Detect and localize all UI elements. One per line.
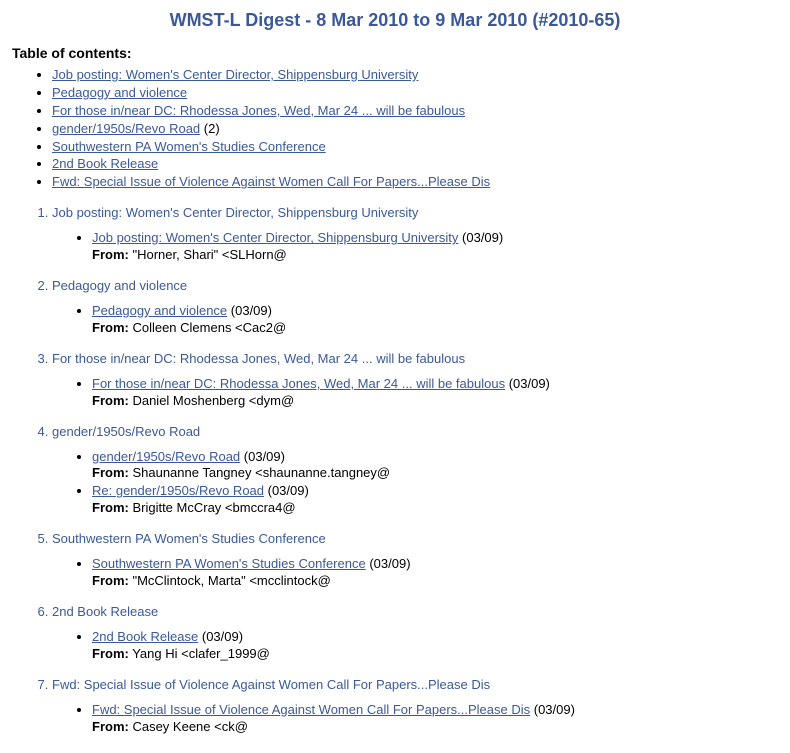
toc-link[interactable]: Job posting: Women's Center Director, Sh… (52, 67, 418, 82)
message-list: Job posting: Women's Center Director, Sh… (52, 230, 778, 264)
toc-link[interactable]: gender/1950s/Revo Road (52, 121, 200, 136)
message-list: Southwestern PA Women's Studies Conferen… (52, 556, 778, 590)
toc-item: 2nd Book Release (52, 156, 778, 173)
from-label: From: (92, 500, 129, 515)
from-label: From: (92, 247, 129, 262)
section-item: Job posting: Women's Center Director, Sh… (52, 205, 778, 264)
section-title: Southwestern PA Women's Studies Conferen… (52, 531, 326, 546)
section-title: gender/1950s/Revo Road (52, 424, 200, 439)
section-item: Fwd: Special Issue of Violence Against W… (52, 677, 778, 736)
message-date: (03/09) (366, 556, 411, 571)
section-item: For those in/near DC: Rhodessa Jones, We… (52, 351, 778, 410)
from-value: Daniel Moshenberg <dym@ (129, 393, 294, 408)
message-list: gender/1950s/Revo Road (03/09) From: Shau… (52, 449, 778, 518)
from-value: Shaunanne Tangney <shaunanne.tangney@ (129, 465, 390, 480)
message-list: Fwd: Special Issue of Violence Against W… (52, 702, 778, 736)
message-date: (03/09) (530, 702, 575, 717)
toc-link[interactable]: Pedagogy and violence (52, 85, 187, 100)
message-date: (03/09) (240, 449, 285, 464)
from-value: Colleen Clemens <Cac2@ (129, 320, 286, 335)
section-title: Fwd: Special Issue of Violence Against W… (52, 677, 490, 692)
section-item: 2nd Book Release2nd Book Release (03/09)… (52, 604, 778, 663)
sections-list: Job posting: Women's Center Director, Sh… (12, 205, 778, 735)
toc-item: Job posting: Women's Center Director, Sh… (52, 67, 778, 84)
section-title: Pedagogy and violence (52, 278, 187, 293)
message-item: Pedagogy and violence (03/09) From: Colle… (92, 303, 778, 337)
message-list: For those in/near DC: Rhodessa Jones, We… (52, 376, 778, 410)
toc-link[interactable]: Southwestern PA Women's Studies Conferen… (52, 139, 326, 154)
from-value: Casey Keene <ck@ (129, 719, 248, 734)
message-date: (03/09) (198, 629, 243, 644)
toc-item: Pedagogy and violence (52, 85, 778, 102)
section-title: Job posting: Women's Center Director, Sh… (52, 205, 418, 220)
toc-count: (2) (200, 121, 220, 136)
message-item: gender/1950s/Revo Road (03/09) From: Shau… (92, 449, 778, 483)
toc-list: Job posting: Women's Center Director, Sh… (12, 67, 778, 191)
from-label: From: (92, 573, 129, 588)
from-label: From: (92, 719, 129, 734)
toc-item: For those in/near DC: Rhodessa Jones, We… (52, 103, 778, 120)
message-list: Pedagogy and violence (03/09) From: Colle… (52, 303, 778, 337)
section-item: gender/1950s/Revo Roadgender/1950s/Revo … (52, 424, 778, 518)
message-item: Fwd: Special Issue of Violence Against W… (92, 702, 778, 736)
section-item: Southwestern PA Women's Studies Conferen… (52, 531, 778, 590)
section-title: 2nd Book Release (52, 604, 158, 619)
toc-link[interactable]: 2nd Book Release (52, 156, 158, 171)
message-item: Re: gender/1950s/Revo Road (03/09)From: … (92, 483, 778, 517)
from-label: From: (92, 465, 129, 480)
page-title: WMST-L Digest - 8 Mar 2010 to 9 Mar 2010… (12, 10, 778, 31)
section-item: Pedagogy and violencePedagogy and violen… (52, 278, 778, 337)
message-item: Job posting: Women's Center Director, Sh… (92, 230, 778, 264)
message-date: (03/09) (227, 303, 272, 318)
toc-item: Fwd: Special Issue of Violence Against W… (52, 174, 778, 191)
from-value: "McClintock, Marta" <mcclintock@ (129, 573, 331, 588)
message-link[interactable]: gender/1950s/Revo Road (92, 449, 240, 464)
message-date: (03/09) (264, 483, 309, 498)
message-link[interactable]: Fwd: Special Issue of Violence Against W… (92, 702, 530, 717)
from-value: Brigitte McCray <bmccra4@ (129, 500, 296, 515)
message-item: For those in/near DC: Rhodessa Jones, We… (92, 376, 778, 410)
message-date: (03/09) (505, 376, 550, 391)
from-value: "Horner, Shari" <SLHorn@ (129, 247, 287, 262)
message-link[interactable]: Re: gender/1950s/Revo Road (92, 483, 264, 498)
message-link[interactable]: Pedagogy and violence (92, 303, 227, 318)
message-list: 2nd Book Release (03/09) From: Yang Hi <c… (52, 629, 778, 663)
toc-item: gender/1950s/Revo Road (2) (52, 121, 778, 138)
message-link[interactable]: For those in/near DC: Rhodessa Jones, We… (92, 376, 505, 391)
toc-label: Table of contents: (12, 45, 778, 61)
message-link[interactable]: Job posting: Women's Center Director, Sh… (92, 230, 458, 245)
message-date: (03/09) (458, 230, 503, 245)
from-label: From: (92, 393, 129, 408)
message-item: Southwestern PA Women's Studies Conferen… (92, 556, 778, 590)
from-label: From: (92, 320, 129, 335)
toc-item: Southwestern PA Women's Studies Conferen… (52, 139, 778, 156)
message-link[interactable]: 2nd Book Release (92, 629, 198, 644)
toc-link[interactable]: For those in/near DC: Rhodessa Jones, We… (52, 103, 465, 118)
toc-link[interactable]: Fwd: Special Issue of Violence Against W… (52, 174, 490, 189)
from-value: Yang Hi <clafer_1999@ (129, 646, 270, 661)
from-label: From: (92, 646, 129, 661)
message-item: 2nd Book Release (03/09) From: Yang Hi <c… (92, 629, 778, 663)
section-title: For those in/near DC: Rhodessa Jones, We… (52, 351, 465, 366)
message-link[interactable]: Southwestern PA Women's Studies Conferen… (92, 556, 366, 571)
